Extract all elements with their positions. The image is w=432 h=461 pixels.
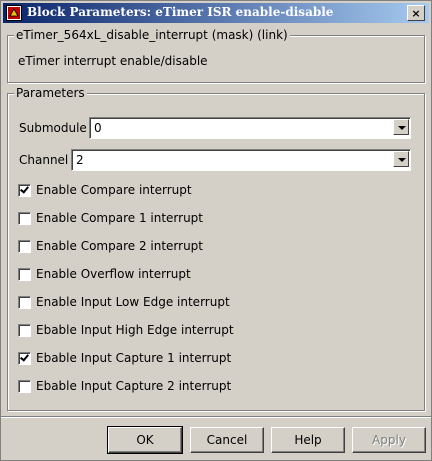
- checkbox-enable-compare-2[interactable]: Enable Compare 2 interrupt: [18, 239, 203, 253]
- checkbox-box[interactable]: [18, 183, 31, 197]
- channel-label: Channel: [19, 153, 69, 167]
- help-button[interactable]: Help: [271, 427, 345, 453]
- checkbox-enable-compare[interactable]: Enable Compare interrupt: [18, 183, 192, 197]
- apply-label: Apply: [372, 433, 406, 447]
- submodule-value: 0: [94, 121, 102, 135]
- submodule-label: Submodule: [19, 121, 87, 135]
- checkbox-label: Ebable Input High Edge interrupt: [36, 323, 234, 337]
- checkbox-input-capture-2[interactable]: Ebable Input Capture 2 interrupt: [18, 379, 231, 393]
- channel-value: 2: [76, 153, 84, 167]
- chevron-down-icon[interactable]: [393, 151, 409, 167]
- checkbox-box[interactable]: [18, 211, 31, 225]
- chevron-down-icon[interactable]: [393, 119, 409, 135]
- checkbox-label: Ebable Input Capture 1 interrupt: [36, 351, 232, 365]
- checkbox-label: Enable Compare 2 interrupt: [36, 239, 203, 253]
- checkbox-label: Enable Input Low Edge interrupt: [36, 295, 230, 309]
- mask-legend: eTimer_564xL_disable_interrupt (mask) (l…: [14, 28, 290, 42]
- checkbox-box[interactable]: [18, 267, 31, 281]
- dialog-window: Block Parameters: eTimer ISR enable-disa…: [0, 0, 432, 461]
- apply-button[interactable]: Apply: [352, 427, 426, 453]
- checkbox-label: Enable Compare 1 interrupt: [36, 211, 203, 225]
- submodule-select[interactable]: 0: [89, 117, 411, 139]
- channel-select[interactable]: 2: [71, 149, 411, 171]
- checkbox-label: Enable Overflow interrupt: [36, 267, 191, 281]
- close-button[interactable]: ×: [407, 5, 425, 21]
- checkbox-box[interactable]: [18, 323, 31, 337]
- checkbox-label: Ebable Input Capture 2 interrupt: [36, 379, 232, 393]
- checkbox-enable-compare-1[interactable]: Enable Compare 1 interrupt: [18, 211, 203, 225]
- ok-label: OK: [136, 433, 154, 447]
- divider: [1, 416, 431, 418]
- checkbox-input-high-edge[interactable]: Ebable Input High Edge interrupt: [18, 323, 234, 337]
- checkbox-input-low-edge[interactable]: Enable Input Low Edge interrupt: [18, 295, 230, 309]
- checkbox-box[interactable]: [18, 295, 31, 309]
- checkbox-box[interactable]: [18, 379, 31, 393]
- window-title: Block Parameters: eTimer ISR enable-disa…: [27, 5, 334, 19]
- cancel-label: Cancel: [206, 433, 248, 447]
- checkbox-input-capture-1[interactable]: Ebable Input Capture 1 interrupt: [18, 351, 231, 365]
- mask-groupbox: eTimer_564xL_disable_interrupt (mask) (l…: [7, 28, 425, 83]
- title-bar[interactable]: Block Parameters: eTimer ISR enable-disa…: [3, 3, 429, 23]
- mask-description: eTimer interrupt enable/disable: [18, 54, 208, 68]
- checkbox-box[interactable]: [18, 239, 31, 253]
- simulink-block-icon: [6, 5, 22, 21]
- parameters-legend: Parameters: [14, 86, 87, 100]
- cancel-button[interactable]: Cancel: [190, 427, 264, 453]
- checkbox-enable-overflow[interactable]: Enable Overflow interrupt: [18, 267, 191, 281]
- ok-button[interactable]: OK: [107, 426, 183, 454]
- help-label: Help: [294, 433, 322, 447]
- checkbox-box[interactable]: [18, 351, 31, 365]
- checkbox-label: Enable Compare interrupt: [36, 183, 192, 197]
- close-icon: ×: [411, 6, 421, 20]
